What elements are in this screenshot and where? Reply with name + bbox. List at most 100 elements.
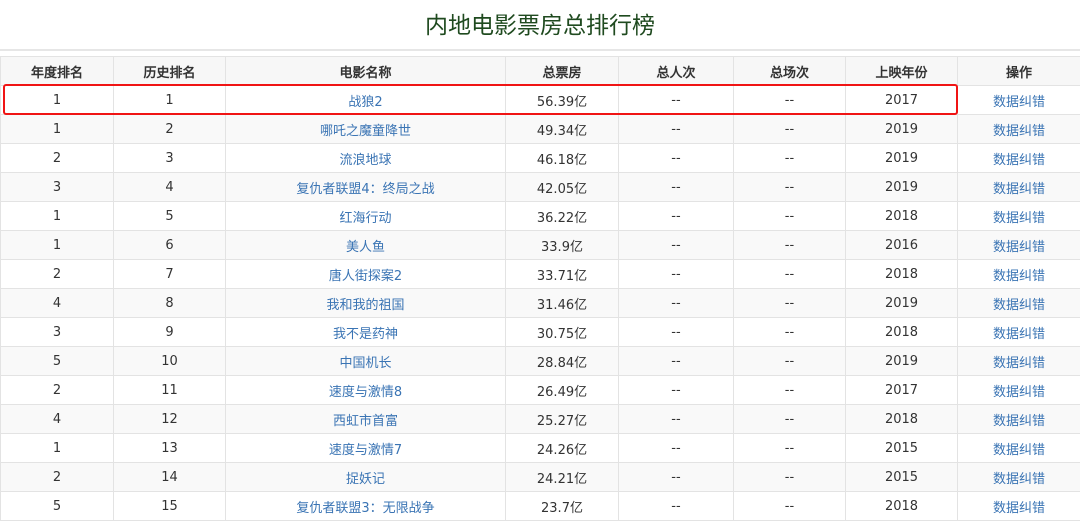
data-correction-link[interactable]: 数据纠错 (993, 182, 1045, 197)
total-screenings-cell: -- (734, 231, 846, 260)
release-year-cell: 2018 (846, 202, 958, 231)
data-correction-link[interactable]: 数据纠错 (993, 472, 1045, 487)
data-correction-link[interactable]: 数据纠错 (993, 443, 1045, 458)
data-correction-link[interactable]: 数据纠错 (993, 153, 1045, 168)
data-correction-link[interactable]: 数据纠错 (993, 356, 1045, 371)
total-admissions-cell: -- (619, 463, 734, 492)
column-header: 总人次 (619, 57, 734, 86)
action-cell: 数据纠错 (958, 260, 1080, 289)
movie-link[interactable]: 美人鱼 (346, 240, 385, 255)
movie-link[interactable]: 流浪地球 (339, 153, 391, 168)
year-rank-cell: 2 (1, 376, 114, 405)
column-header: 总场次 (734, 57, 846, 86)
history-rank-cell: 13 (114, 434, 226, 463)
year-rank-cell: 3 (1, 318, 114, 347)
total-screenings-cell: -- (734, 318, 846, 347)
data-correction-link[interactable]: 数据纠错 (993, 298, 1045, 313)
movie-link[interactable]: 速度与激情7 (329, 443, 402, 458)
table-row: 412西虹市首富25.27亿----2018数据纠错 (1, 405, 1080, 434)
history-rank-cell: 4 (114, 173, 226, 202)
year-rank-cell: 5 (1, 492, 114, 521)
total-screenings-cell: -- (734, 202, 846, 231)
table-row: 39我不是药神30.75亿----2018数据纠错 (1, 318, 1080, 347)
year-rank-cell: 1 (1, 115, 114, 144)
release-year-cell: 2019 (846, 347, 958, 376)
history-rank-cell: 5 (114, 202, 226, 231)
movie-name-cell: 复仇者联盟4：终局之战 (226, 173, 506, 202)
movie-link[interactable]: 唐人街探案2 (329, 269, 402, 284)
action-cell: 数据纠错 (958, 376, 1080, 405)
total-box-office-cell: 49.34亿 (506, 115, 619, 144)
total-admissions-cell: -- (619, 434, 734, 463)
movie-link[interactable]: 红海行动 (339, 211, 391, 226)
movie-link[interactable]: 我不是药神 (333, 327, 398, 342)
movie-link[interactable]: 捉妖记 (346, 472, 385, 487)
total-box-office-cell: 28.84亿 (506, 347, 619, 376)
history-rank-cell: 3 (114, 144, 226, 173)
total-box-office-cell: 26.49亿 (506, 376, 619, 405)
total-box-office-cell: 42.05亿 (506, 173, 619, 202)
total-box-office-cell: 30.75亿 (506, 318, 619, 347)
total-box-office-cell: 33.9亿 (506, 231, 619, 260)
total-admissions-cell: -- (619, 260, 734, 289)
year-rank-cell: 1 (1, 86, 114, 115)
total-admissions-cell: -- (619, 173, 734, 202)
table-row: 34复仇者联盟4：终局之战42.05亿----2019数据纠错 (1, 173, 1080, 202)
column-header: 上映年份 (846, 57, 958, 86)
total-box-office-cell: 25.27亿 (506, 405, 619, 434)
year-rank-cell: 4 (1, 289, 114, 318)
data-correction-link[interactable]: 数据纠错 (993, 385, 1045, 400)
movie-link[interactable]: 中国机长 (339, 356, 391, 371)
data-correction-link[interactable]: 数据纠错 (993, 240, 1045, 255)
movie-link[interactable]: 西虹市首富 (333, 414, 398, 429)
data-correction-link[interactable]: 数据纠错 (993, 414, 1045, 429)
table-row: 11战狼256.39亿----2017数据纠错 (1, 86, 1080, 115)
table-header-row: 年度排名历史排名电影名称总票房总人次总场次上映年份操作 (1, 57, 1080, 86)
action-cell: 数据纠错 (958, 86, 1080, 115)
total-screenings-cell: -- (734, 376, 846, 405)
total-admissions-cell: -- (619, 115, 734, 144)
total-box-office-cell: 56.39亿 (506, 86, 619, 115)
release-year-cell: 2015 (846, 463, 958, 492)
column-header: 年度排名 (1, 57, 114, 86)
table-row: 27唐人街探案233.71亿----2018数据纠错 (1, 260, 1080, 289)
movie-link[interactable]: 战狼2 (348, 95, 382, 110)
data-correction-link[interactable]: 数据纠错 (993, 95, 1045, 110)
total-admissions-cell: -- (619, 376, 734, 405)
total-box-office-cell: 24.26亿 (506, 434, 619, 463)
movie-name-cell: 红海行动 (226, 202, 506, 231)
movie-link[interactable]: 复仇者联盟3：无限战争 (296, 501, 434, 516)
action-cell: 数据纠错 (958, 347, 1080, 376)
total-admissions-cell: -- (619, 144, 734, 173)
table-row: 16美人鱼33.9亿----2016数据纠错 (1, 231, 1080, 260)
total-admissions-cell: -- (619, 347, 734, 376)
release-year-cell: 2017 (846, 376, 958, 405)
data-correction-link[interactable]: 数据纠错 (993, 269, 1045, 284)
movie-link[interactable]: 我和我的祖国 (326, 298, 404, 313)
release-year-cell: 2017 (846, 86, 958, 115)
total-screenings-cell: -- (734, 289, 846, 318)
history-rank-cell: 14 (114, 463, 226, 492)
action-cell: 数据纠错 (958, 173, 1080, 202)
data-correction-link[interactable]: 数据纠错 (993, 211, 1045, 226)
history-rank-cell: 6 (114, 231, 226, 260)
table-row: 113速度与激情724.26亿----2015数据纠错 (1, 434, 1080, 463)
movie-link[interactable]: 复仇者联盟4：终局之战 (296, 182, 434, 197)
total-screenings-cell: -- (734, 144, 846, 173)
movie-name-cell: 速度与激情7 (226, 434, 506, 463)
data-correction-link[interactable]: 数据纠错 (993, 327, 1045, 342)
history-rank-cell: 9 (114, 318, 226, 347)
movie-name-cell: 美人鱼 (226, 231, 506, 260)
movie-link[interactable]: 速度与激情8 (329, 385, 402, 400)
release-year-cell: 2019 (846, 144, 958, 173)
box-office-table: 年度排名历史排名电影名称总票房总人次总场次上映年份操作 11战狼256.39亿-… (0, 56, 1080, 521)
total-screenings-cell: -- (734, 405, 846, 434)
total-admissions-cell: -- (619, 318, 734, 347)
total-screenings-cell: -- (734, 260, 846, 289)
movie-name-cell: 唐人街探案2 (226, 260, 506, 289)
data-correction-link[interactable]: 数据纠错 (993, 501, 1045, 516)
release-year-cell: 2018 (846, 492, 958, 521)
data-correction-link[interactable]: 数据纠错 (993, 124, 1045, 139)
movie-link[interactable]: 哪吒之魔童降世 (320, 124, 411, 139)
total-screenings-cell: -- (734, 173, 846, 202)
